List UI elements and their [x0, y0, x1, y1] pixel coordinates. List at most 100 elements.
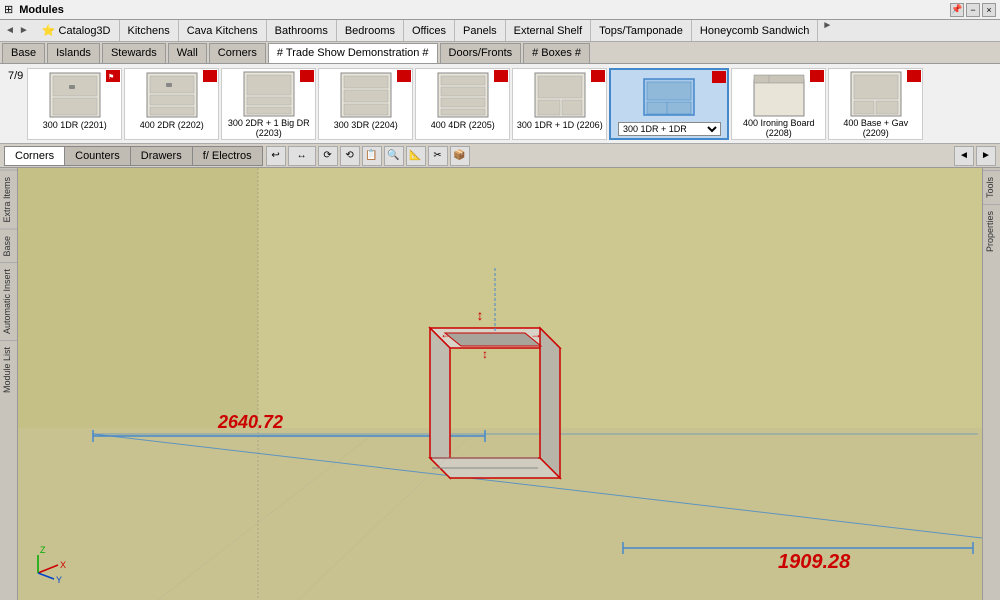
tab-panels[interactable]: Panels: [455, 20, 506, 41]
cat-tab-islands-label: Islands: [56, 47, 91, 59]
tab-kitchens-label: Kitchens: [128, 25, 170, 37]
item-thumb-2206: [527, 70, 592, 120]
item-flag-2205: [494, 70, 508, 82]
tab-offices[interactable]: Offices: [404, 20, 455, 41]
tab-external-shelf[interactable]: External Shelf: [506, 20, 591, 41]
sub-tab-counters[interactable]: Counters: [64, 146, 131, 166]
item-label-2203: 300 2DR + 1 Big DR (2203): [223, 118, 314, 140]
rotate-tool[interactable]: ⟲: [340, 146, 360, 166]
sidebar-extra-items[interactable]: Extra Items: [0, 170, 17, 229]
cat-tab-base[interactable]: Base: [2, 43, 45, 63]
pin-button[interactable]: 📌: [950, 3, 964, 17]
cat-tab-islands[interactable]: Islands: [47, 43, 100, 63]
cat-tab-boxes-label: # Boxes #: [532, 47, 581, 59]
nav-forward-arrow[interactable]: ►: [17, 25, 31, 36]
scene-svg: 2640.72 1909.28: [18, 168, 982, 600]
svg-text:↕: ↕: [482, 347, 488, 361]
main-layout: Extra Items Base Automatic Insert Module…: [0, 168, 1000, 600]
close-button[interactable]: ×: [982, 3, 996, 17]
more-tabs-arrow[interactable]: ►: [818, 20, 836, 41]
svg-text:X: X: [60, 560, 66, 570]
item-label-2201: 300 1DR (2201): [43, 120, 107, 131]
right-sidebar: Tools Properties: [982, 168, 1000, 600]
sidebar-properties[interactable]: Properties: [983, 204, 1000, 258]
cat-tab-corners-label: Corners: [218, 47, 257, 59]
item-flag-2202: [203, 70, 217, 82]
minimize-button[interactable]: −: [966, 3, 980, 17]
window-controls: 📌 − ×: [950, 3, 996, 17]
arrow-tool[interactable]: ↔: [288, 146, 316, 166]
sidebar-automatic-insert[interactable]: Automatic Insert: [0, 262, 17, 340]
cat-tab-trade-show[interactable]: # Trade Show Demonstration #: [268, 43, 438, 63]
svg-text:←: ←: [440, 327, 452, 341]
tab-honeycomb[interactable]: Honeycomb Sandwich: [692, 20, 818, 41]
item-thumb-2201: [42, 70, 107, 120]
item-card-2208[interactable]: 400 Ironing Board (2208): [731, 68, 826, 140]
nav-back-arrow[interactable]: ◄: [3, 25, 17, 36]
refresh-tool[interactable]: ⟳: [318, 146, 338, 166]
item-flag-selected: [712, 71, 726, 83]
sidebar-base[interactable]: Base: [0, 229, 17, 263]
sidebar-module-list[interactable]: Module List: [0, 340, 17, 399]
item-card-2209[interactable]: 400 Base + Gav (2209): [828, 68, 923, 140]
tab-offices-label: Offices: [412, 25, 446, 37]
cut-tool[interactable]: ✂: [428, 146, 448, 166]
sub-tab-counters-label: Counters: [75, 150, 120, 162]
item-flag-2204: [397, 70, 411, 82]
cat-tab-boxes[interactable]: # Boxes #: [523, 43, 590, 63]
cat-tab-wall[interactable]: Wall: [168, 43, 207, 63]
sub-tab-electros[interactable]: f/ Electros: [192, 146, 263, 166]
item-thumb-2204: [333, 70, 398, 120]
viewport-back-arrow[interactable]: ◄: [954, 146, 974, 166]
tab-bedrooms[interactable]: Bedrooms: [337, 20, 404, 41]
sidebar-tools[interactable]: Tools: [983, 170, 1000, 204]
item-thumb-2209: [843, 70, 908, 118]
item-flag-2203: [300, 70, 314, 82]
item-thumb-2203: [236, 70, 301, 118]
item-card-2203[interactable]: 300 2DR + 1 Big DR (2203): [221, 68, 316, 140]
item-label-2204: 300 3DR (2204): [334, 120, 398, 131]
box-tool[interactable]: 📦: [450, 146, 470, 166]
cat-tab-wall-label: Wall: [177, 47, 198, 59]
tab-honeycomb-label: Honeycomb Sandwich: [700, 25, 809, 37]
item-card-2206[interactable]: 300 1DR + 1D (2206): [512, 68, 607, 140]
cat-tab-stewards-label: Stewards: [111, 47, 157, 59]
cat-tab-corners[interactable]: Corners: [209, 43, 266, 63]
sub-tab-electros-label: f/ Electros: [203, 150, 252, 162]
item-label-2202: 400 2DR (2202): [140, 120, 204, 131]
tab-catalog3d[interactable]: ⭐ Catalog3D: [34, 20, 120, 41]
sub-tab-drawers[interactable]: Drawers: [130, 146, 193, 166]
item-card-2202[interactable]: 400 2DR (2202): [124, 68, 219, 140]
undo-tool[interactable]: ↩: [266, 146, 286, 166]
tab-cava-kitchens-label: Cava Kitchens: [187, 25, 258, 37]
search-tool[interactable]: 🔍: [384, 146, 404, 166]
item-label-2205: 400 4DR (2205): [431, 120, 495, 131]
item-card-2205[interactable]: 400 4DR (2205): [415, 68, 510, 140]
tab-tops-tamponade[interactable]: Tops/Tamponade: [591, 20, 692, 41]
scene-canvas: 2640.72 1909.28: [18, 168, 982, 600]
copy-tool[interactable]: 📋: [362, 146, 382, 166]
tab-bathrooms[interactable]: Bathrooms: [267, 20, 337, 41]
item-card-2204[interactable]: 300 3DR (2204): [318, 68, 413, 140]
title-bar: ⊞ Modules 📌 − ×: [0, 0, 1000, 20]
svg-text:⚑: ⚑: [108, 73, 114, 81]
measure-tool[interactable]: 📐: [406, 146, 426, 166]
cat-tab-doors-fronts[interactable]: Doors/Fronts: [440, 43, 522, 63]
item-card-selected[interactable]: 300 1DR + 1DR 300 1DR + 1DR v2: [609, 68, 729, 140]
sub-tab-drawers-label: Drawers: [141, 150, 182, 162]
left-sidebar: Extra Items Base Automatic Insert Module…: [0, 168, 18, 600]
tab-cava-kitchens[interactable]: Cava Kitchens: [179, 20, 267, 41]
svg-text:Z: Z: [40, 545, 46, 555]
cat-tab-stewards[interactable]: Stewards: [102, 43, 166, 63]
item-dropdown-select[interactable]: 300 1DR + 1DR 300 1DR + 1DR v2: [618, 122, 721, 136]
item-label-2209: 400 Base + Gav (2209): [830, 118, 921, 140]
catalog-tabs: ◄ ► ⭐ Catalog3D Kitchens Cava Kitchens B…: [0, 20, 1000, 42]
item-card-2201[interactable]: ⚑ 300 1DR (2201): [27, 68, 122, 140]
item-label-2208: 400 Ironing Board (2208): [733, 118, 824, 140]
svg-text:2640.72: 2640.72: [217, 412, 283, 432]
title-icon: ⊞: [4, 3, 13, 16]
window-title: Modules: [19, 4, 950, 16]
tab-kitchens[interactable]: Kitchens: [120, 20, 179, 41]
viewport-forward-arrow[interactable]: ►: [976, 146, 996, 166]
sub-tab-corners[interactable]: Corners: [4, 146, 65, 166]
